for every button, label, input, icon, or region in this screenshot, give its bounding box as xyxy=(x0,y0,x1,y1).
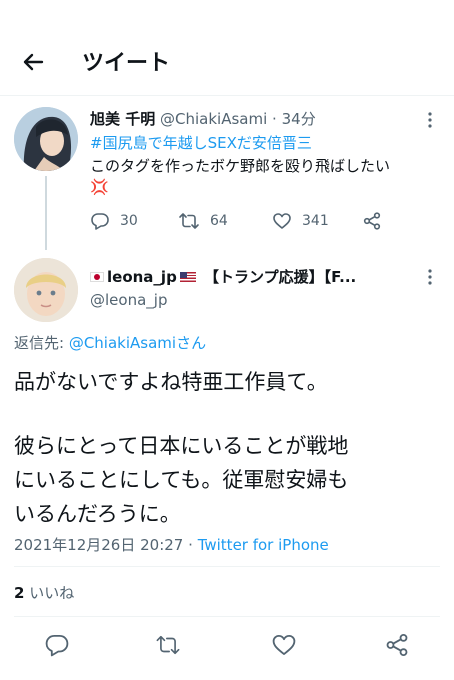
likes-label: いいね xyxy=(29,584,75,602)
like-action[interactable]: 341 xyxy=(272,210,329,232)
author-handle[interactable]: @leona_jp xyxy=(90,291,167,309)
more-icon[interactable] xyxy=(422,110,438,130)
anger-emoji: 💢 xyxy=(90,178,109,196)
parent-tweet-meta: 旭美 千明 @ChiakiAsami · 34分 xyxy=(90,108,316,129)
tweet-body-line: にいることにしても。従軍慰安婦も xyxy=(14,468,349,492)
author-name-start: leona_jp xyxy=(107,268,177,286)
divider xyxy=(14,566,440,567)
reply-context: 返信先: @ChiakiAsamiさん xyxy=(14,332,206,353)
like-count: 341 xyxy=(302,213,329,229)
meta-separator: · xyxy=(188,536,193,554)
reply-icon[interactable] xyxy=(44,632,70,658)
author-name[interactable]: leona_jp 【トランプ応援】【F... xyxy=(90,266,356,287)
share-icon[interactable] xyxy=(384,632,410,658)
timestamp-text[interactable]: 2021年12月26日 20:27 xyxy=(14,536,183,554)
share-icon xyxy=(363,212,381,230)
tweet-body-line: いるんだろうに。 xyxy=(14,502,181,526)
reply-icon xyxy=(91,213,109,230)
tweet-body-line: 彼らにとって日本にいることが戦地 xyxy=(14,434,349,458)
retweet-icon[interactable] xyxy=(155,632,181,658)
hashtag-link[interactable]: #国尻島で年越しSEXだ安倍晋三 xyxy=(90,132,312,153)
reply-count: 30 xyxy=(120,213,138,229)
retweet-action[interactable]: 64 xyxy=(178,210,228,232)
tweet-text: このタグを作ったボケ野郎を殴り飛ばしたい xyxy=(90,157,391,175)
like-icon[interactable] xyxy=(271,632,297,658)
share-action[interactable] xyxy=(362,210,382,232)
author-name-end: 【トランプ応援】【F... xyxy=(204,268,357,286)
likes-summary[interactable]: 2 いいね xyxy=(14,582,74,603)
author-name[interactable]: 旭美 千明 xyxy=(90,110,155,128)
thread-line xyxy=(45,176,47,250)
usa-flag-icon xyxy=(179,272,196,282)
reply-target-link[interactable]: @ChiakiAsamiさん xyxy=(69,334,206,352)
tweet-body-line: 品がないですよね特亜工作員て。 xyxy=(14,370,328,394)
back-arrow-icon[interactable] xyxy=(18,47,48,77)
tweet-time[interactable]: 34分 xyxy=(282,110,316,128)
page-title: ツイート xyxy=(82,51,171,76)
avatar-image xyxy=(14,258,78,322)
author-handle[interactable]: @ChiakiAsami xyxy=(160,110,267,128)
retweet-count: 64 xyxy=(210,213,228,229)
japan-flag-icon xyxy=(90,272,104,282)
like-icon xyxy=(273,213,291,229)
retweet-icon xyxy=(179,213,199,229)
meta-separator: · xyxy=(272,110,277,128)
divider xyxy=(14,616,440,617)
avatar[interactable] xyxy=(14,258,78,322)
avatar-image xyxy=(14,107,78,171)
avatar[interactable] xyxy=(14,107,78,171)
reply-action[interactable]: 30 xyxy=(90,210,138,232)
tweet-timestamp: 2021年12月26日 20:27 · Twitter for iPhone xyxy=(14,534,329,555)
more-icon[interactable] xyxy=(422,267,438,287)
likes-count: 2 xyxy=(14,584,25,602)
reply-label: 返信先: xyxy=(14,334,69,352)
source-link[interactable]: Twitter for iPhone xyxy=(198,536,329,554)
top-bar: ツイート xyxy=(0,0,454,96)
